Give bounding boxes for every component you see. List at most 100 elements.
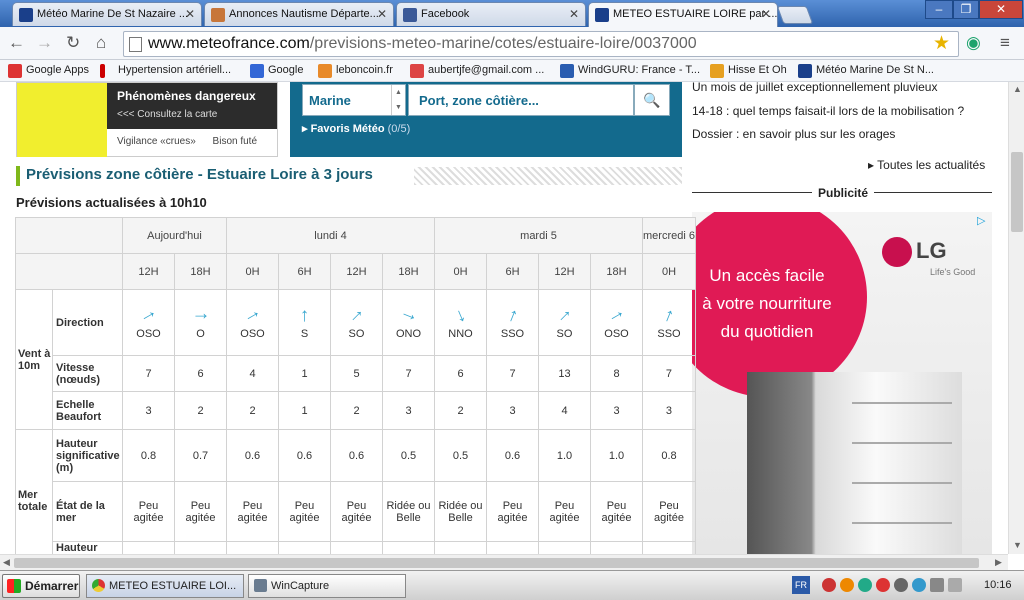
hauteur-cell: 0.5 <box>434 429 487 482</box>
news-item[interactable]: Dossier : en savoir plus sur les orages <box>692 127 895 141</box>
adchoices-icon[interactable]: ▷ <box>977 214 985 227</box>
close-icon[interactable]: ✕ <box>761 7 771 21</box>
meteo-favicon-icon <box>19 8 33 22</box>
vertical-scrollbar[interactable]: ▲ ▼ <box>1008 82 1024 554</box>
address-bar[interactable]: www.meteofrance.com/previsions-meteo-mar… <box>123 31 959 57</box>
empty-cell <box>538 541 591 554</box>
hisse-icon <box>710 64 724 78</box>
empty-cell <box>642 541 696 554</box>
vitesse-cell: 7 <box>642 355 696 392</box>
direction-cell: ↑ ONO <box>382 289 435 356</box>
hauteur-cell: 0.6 <box>278 429 331 482</box>
type-select[interactable]: Marine ▲ ▼ <box>302 84 406 116</box>
scroll-thumb[interactable] <box>14 558 979 568</box>
chrome-tray-icon[interactable] <box>876 578 890 592</box>
horizontal-scrollbar[interactable]: ◀ ▶ <box>0 554 1008 570</box>
tray-icon[interactable] <box>840 578 854 592</box>
bookmark-star-icon[interactable]: ★ <box>933 32 950 55</box>
bookmark-hypertension[interactable]: Hypertension artériell... <box>100 64 231 78</box>
task-wincapture[interactable]: WinCapture <box>248 574 406 598</box>
tray-icon[interactable] <box>858 578 872 592</box>
bison-fute-link[interactable]: Bison futé <box>213 136 257 147</box>
close-icon[interactable]: ✕ <box>185 7 195 21</box>
extension-icon[interactable]: ◉ <box>966 33 981 53</box>
etat-cell: Peu agitée <box>538 481 591 542</box>
tab-strip: Météo Marine De St Nazaire ... ✕ Annonces… <box>0 0 1024 27</box>
beaufort-row: Echelle Beaufort 32212323433 <box>16 391 696 430</box>
hour-cell: 18H <box>174 253 227 290</box>
tab-facebook[interactable]: Facebook ✕ <box>396 2 586 26</box>
vigilance-crues-link[interactable]: Vigilance «crues» <box>117 136 196 147</box>
bookmark-leboncoin[interactable]: leboncoin.fr <box>318 64 393 78</box>
hour-cell: 12H <box>330 253 383 290</box>
france-map-image[interactable] <box>17 83 107 157</box>
vitesse-cell: 13 <box>538 355 591 392</box>
menu-icon[interactable]: ≡ <box>1000 33 1010 53</box>
close-icon[interactable]: ✕ <box>377 7 387 21</box>
bookmark-gmail[interactable]: aubertjfe@gmail.com ... <box>410 64 544 78</box>
marine-search-panel: Marine ▲ ▼ Port, zone côtière... 🔍 ▸ Favor… <box>290 82 682 157</box>
spinner-arrows-icon[interactable]: ▲ ▼ <box>391 85 405 115</box>
bookmark-meteo-marine[interactable]: Météo Marine De St N... <box>798 64 934 78</box>
task-chrome[interactable]: METEO ESTUAIRE LOI... <box>86 574 244 598</box>
meteo-favicon-icon <box>595 8 609 22</box>
maximize-button[interactable]: ❐ <box>953 0 979 19</box>
tab-meteo-marine[interactable]: Météo Marine De St Nazaire ... ✕ <box>12 2 202 26</box>
direction-cell: ↑ S <box>278 289 331 356</box>
next-row: Hauteur <box>16 541 696 554</box>
vitesse-cell: 7 <box>382 355 435 392</box>
fridge-image <box>747 372 962 554</box>
start-button[interactable]: Démarrer <box>2 574 80 598</box>
tray-icon[interactable] <box>894 578 908 592</box>
row-label: Hauteur <box>52 541 123 554</box>
tab-meteo-estuaire-active[interactable]: METEO ESTUAIRE LOIRE par ... ✕ <box>588 2 778 27</box>
bookmark-windguru[interactable]: WindGURU: France - T... <box>560 64 700 78</box>
direction-cell: ↑ NNO <box>434 289 487 356</box>
new-tab-button[interactable] <box>776 6 814 24</box>
vitesse-cell: 7 <box>122 355 175 392</box>
antivirus-icon[interactable] <box>822 578 836 592</box>
beaufort-cell: 3 <box>486 391 539 430</box>
home-icon[interactable]: ⌂ <box>96 33 106 53</box>
toutes-actualites-link[interactable]: ▸ Toutes les actualités <box>868 158 985 172</box>
beaufort-cell: 2 <box>226 391 279 430</box>
search-button[interactable]: 🔍 <box>634 84 670 116</box>
network-icon[interactable] <box>912 578 926 592</box>
vigilance-header[interactable]: Phénomènes dangereux <<< Consultez la ca… <box>107 83 277 129</box>
consultez-link[interactable]: <<< Consultez la carte <box>117 109 267 120</box>
bookmark-hisse-et-oh[interactable]: Hisse Et Oh <box>710 64 787 78</box>
scroll-thumb[interactable] <box>1011 152 1023 232</box>
language-indicator[interactable]: FR <box>792 576 810 594</box>
hauteur-cell: 0.6 <box>226 429 279 482</box>
reload-icon[interactable]: ↻ <box>66 33 80 53</box>
tray-icon[interactable] <box>930 578 944 592</box>
hour-cell: 12H <box>538 253 591 290</box>
forward-arrow-icon[interactable]: → <box>36 33 53 53</box>
close-window-button[interactable]: ✕ <box>979 0 1023 19</box>
hour-cell: 0H <box>226 253 279 290</box>
port-search-input[interactable]: Port, zone côtière... <box>408 84 634 116</box>
wind-arrow-icon: ↑ <box>397 307 421 325</box>
direction-label: OSO <box>604 327 629 340</box>
bookmark-google-apps[interactable]: Google Apps <box>8 64 89 78</box>
wind-arrow-icon: ↑ <box>605 305 629 325</box>
lg-advertisement[interactable]: Un accès facile à votre nourriture du quot… <box>692 212 992 554</box>
direction-cell: ↑ O <box>174 289 227 356</box>
minimize-button[interactable]: – <box>925 0 953 19</box>
favoris-meteo-link[interactable]: ▸ Favoris Météo (0/5) <box>302 122 410 135</box>
volume-icon[interactable] <box>948 578 962 592</box>
exclamation-icon <box>100 64 105 78</box>
direction-label: O <box>196 327 205 340</box>
direction-label: NNO <box>448 327 473 340</box>
hours-row: 12H 18H 0H 6H 12H 18H 0H 6H 12H 18H 0H <box>15 253 696 290</box>
direction-label: SSO <box>657 327 681 340</box>
close-icon[interactable]: ✕ <box>569 7 579 21</box>
tab-annonces[interactable]: Annonces Nautisme Départe... ✕ <box>204 2 394 26</box>
news-item[interactable]: Un mois de juillet exceptionnellement pl… <box>692 82 937 94</box>
vitesse-cell: 1 <box>278 355 331 392</box>
lg-tagline: Life's Good <box>930 267 976 277</box>
back-arrow-icon[interactable]: ← <box>8 33 25 53</box>
hauteur-cell: 0.7 <box>174 429 227 482</box>
bookmark-google[interactable]: Google <box>250 64 303 78</box>
news-item[interactable]: 14-18 : quel temps faisait-il lors de la… <box>692 104 964 118</box>
